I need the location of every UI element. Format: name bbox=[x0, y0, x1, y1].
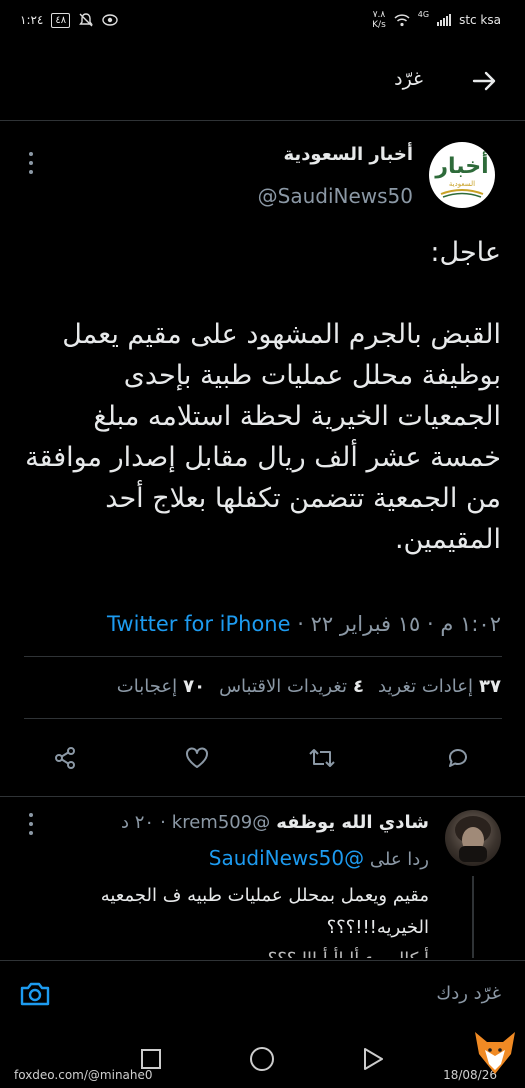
reply-input[interactable]: غرّد ردك bbox=[436, 983, 501, 1004]
share-icon bbox=[55, 747, 75, 769]
wifi-icon bbox=[394, 14, 410, 27]
tweet-source-link[interactable]: Twitter for iPhone bbox=[107, 612, 291, 636]
divider bbox=[0, 796, 525, 797]
signal-tag: 4G bbox=[417, 10, 430, 19]
reply-icon bbox=[449, 749, 467, 767]
eye-icon bbox=[102, 14, 118, 26]
signal-icon bbox=[437, 14, 452, 26]
meta-separator: · bbox=[427, 612, 434, 636]
tweet-date: ١٥ فبراير ٢٢ bbox=[310, 612, 421, 636]
share-button[interactable] bbox=[45, 738, 85, 778]
net-speed-unit: K/s bbox=[372, 20, 386, 30]
retweet-button[interactable] bbox=[302, 738, 342, 778]
replying-to: ردا على @SaudiNews50 bbox=[209, 846, 429, 870]
triangle-icon bbox=[364, 1048, 383, 1070]
reply-handle[interactable]: @krem509 bbox=[172, 812, 270, 833]
status-time: ١:٢٤ bbox=[20, 13, 44, 27]
home-button[interactable] bbox=[247, 1044, 277, 1074]
reply-header: شادي الله يوظفه @krem509 · ٢٠ د bbox=[121, 812, 429, 833]
quotes-label: تغريدات الاقتباس bbox=[219, 676, 348, 697]
status-right: ٧.٨ K/s 4G stc ksa bbox=[372, 10, 501, 30]
likes-count: ٧٠ bbox=[183, 676, 206, 697]
square-icon bbox=[141, 1049, 161, 1069]
likes-label: إعجابات bbox=[116, 676, 178, 697]
retweets-stat[interactable]: ٣٧إعادات تغريد bbox=[378, 676, 501, 697]
meta-separator: · bbox=[297, 612, 304, 636]
divider bbox=[24, 656, 502, 657]
reply-time: ٢٠ د bbox=[120, 812, 155, 833]
avatar[interactable]: أخبار السعودية bbox=[429, 142, 495, 208]
status-bar: ١:٢٤ ٤٨ ٧.٨ K/s 4G stc ksa bbox=[0, 0, 525, 44]
mute-icon bbox=[79, 13, 94, 27]
reply-text: مقيم ويعمل بمحلل عمليات طبيه ف الجمعيه ا… bbox=[100, 885, 429, 938]
reply-button[interactable] bbox=[438, 738, 478, 778]
net-speed: ٧.٨ K/s bbox=[372, 10, 386, 30]
fox-logo-icon bbox=[475, 1032, 515, 1074]
tweet-time: ١:٠٢ م bbox=[440, 612, 501, 636]
circle-icon bbox=[250, 1047, 274, 1071]
tweet-meta: ١:٠٢ م · ١٥ فبراير ٢٢ · Twitter for iPho… bbox=[107, 612, 501, 636]
reply-avatar[interactable] bbox=[445, 810, 501, 866]
user-handle[interactable]: @SaudiNews50 bbox=[258, 184, 413, 208]
retweets-count: ٣٧ bbox=[479, 676, 501, 697]
display-name[interactable]: أخبار السعودية bbox=[284, 144, 413, 165]
page-title: غرّد bbox=[394, 68, 423, 90]
camera-icon[interactable] bbox=[18, 977, 52, 1011]
tweet-actions bbox=[0, 738, 525, 778]
reply-compose-bar: غرّد ردك bbox=[0, 960, 525, 1029]
more-options-icon[interactable] bbox=[24, 148, 38, 178]
replying-to-mention[interactable]: @SaudiNews50 bbox=[209, 846, 364, 870]
status-left: ١:٢٤ ٤٨ bbox=[20, 12, 118, 28]
quotes-stat[interactable]: ٤تغريدات الاقتباس bbox=[219, 676, 364, 697]
top-bar: غرّد bbox=[0, 44, 525, 121]
back-button[interactable] bbox=[358, 1044, 388, 1074]
avatar-logo-subtext: السعودية bbox=[448, 180, 476, 188]
like-button[interactable] bbox=[177, 738, 217, 778]
tweet-text: عاجل: القبض بالجرم المشهود على مقيم يعمل… bbox=[25, 237, 501, 555]
tweet-stats: ٣٧إعادات تغريد ٤تغريدات الاقتباس ٧٠إعجاب… bbox=[117, 676, 501, 697]
watermark-url: foxdeo.com/@minahe0 bbox=[14, 1068, 153, 1082]
heart-icon bbox=[186, 747, 208, 768]
retweet-icon bbox=[309, 749, 335, 767]
reply-more-icon[interactable] bbox=[24, 810, 38, 838]
avatar-logo-swoosh bbox=[440, 189, 484, 198]
carrier-name: stc ksa bbox=[459, 13, 501, 27]
net-speed-value: ٧.٨ bbox=[372, 10, 386, 20]
reply-text-cut: أ كالسوء أا اأ أ ااا ؟؟؟ bbox=[19, 946, 429, 958]
reply-display-name[interactable]: شادي الله يوظفه bbox=[276, 812, 429, 833]
likes-stat[interactable]: ٧٠إعجابات bbox=[117, 676, 205, 697]
divider bbox=[24, 718, 502, 719]
avatar-logo-text: أخبار bbox=[435, 154, 489, 179]
battery-indicator: ٤٨ bbox=[51, 12, 71, 28]
retweets-label: إعادات تغريد bbox=[378, 676, 474, 697]
reply-avatar-image bbox=[455, 816, 491, 862]
thread-line bbox=[472, 876, 474, 958]
reply-dot: · bbox=[160, 812, 166, 833]
back-arrow-icon[interactable] bbox=[469, 66, 499, 96]
quotes-count: ٤ bbox=[353, 676, 365, 697]
replying-to-label: ردا على bbox=[369, 849, 429, 870]
